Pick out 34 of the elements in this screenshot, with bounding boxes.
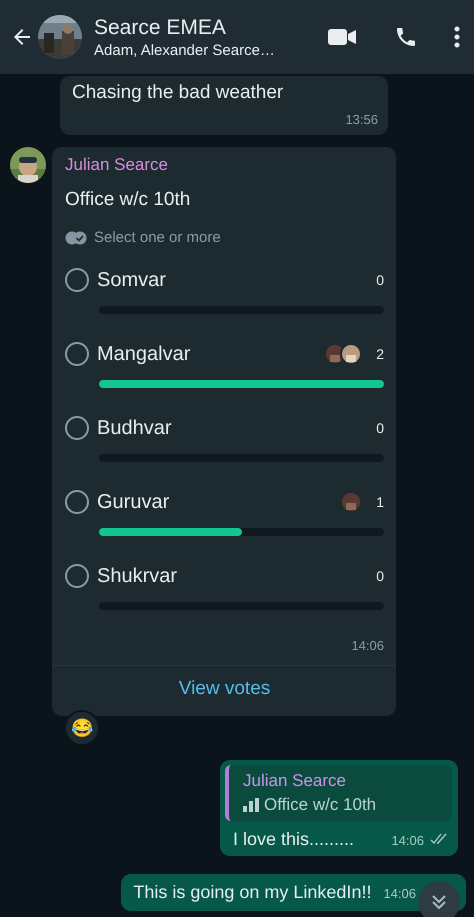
vote-count: 2 (375, 346, 384, 362)
radio-button[interactable] (65, 342, 89, 366)
option-label[interactable]: Mangalvar (97, 342, 322, 366)
vote-count: 0 (375, 568, 384, 584)
poll-card: Julian Searce Office w/c 10th Select one or more Somvar 0 Mangalvar 2 Budhvar 0 Guruvar 1 Shukrvar 0 14:06 View votes (52, 147, 396, 716)
option-label[interactable]: Shukrvar (97, 564, 354, 588)
sender-name: Julian Searce (65, 155, 170, 175)
double-check-icon (65, 230, 87, 244)
quote-text: Office w/c 10th (264, 795, 376, 815)
vote-count: 1 (375, 494, 384, 510)
quote-sender: Julian Searce (243, 771, 348, 791)
poll-icon (243, 798, 259, 812)
option-label[interactable]: Somvar (97, 268, 354, 292)
option-label[interactable]: Guruvar (97, 490, 338, 514)
video-call-icon[interactable] (328, 27, 356, 47)
group-title[interactable]: Searce EMEA (94, 16, 328, 40)
radio-button[interactable] (65, 416, 89, 440)
vote-count: 0 (375, 420, 384, 436)
phone-icon[interactable] (394, 25, 418, 49)
radio-button[interactable] (65, 490, 89, 514)
reaction-badge[interactable]: 😂 (64, 710, 100, 746)
poll-question: Office w/c 10th (65, 189, 192, 211)
radio-button[interactable] (65, 564, 89, 588)
message-bubble: Chasing the bad weather 13:56 (60, 76, 388, 135)
vote-count: 0 (375, 272, 384, 288)
more-options-icon[interactable] (454, 26, 460, 48)
double-tick-icon (430, 833, 448, 845)
message-bubble: Julian Searce Office w/c 10th I love this......... 14:06 (220, 760, 458, 856)
quoted-message[interactable]: Julian Searce Office w/c 10th (225, 765, 452, 821)
poll-hint: Select one or more (94, 229, 221, 246)
option-label[interactable]: Budhvar (97, 416, 354, 440)
group-members: Adam, Alexander Searce… (94, 42, 276, 58)
message-bubble: This is going on my LinkedIn!! 14:06 (121, 874, 466, 911)
radio-button[interactable] (65, 268, 89, 292)
